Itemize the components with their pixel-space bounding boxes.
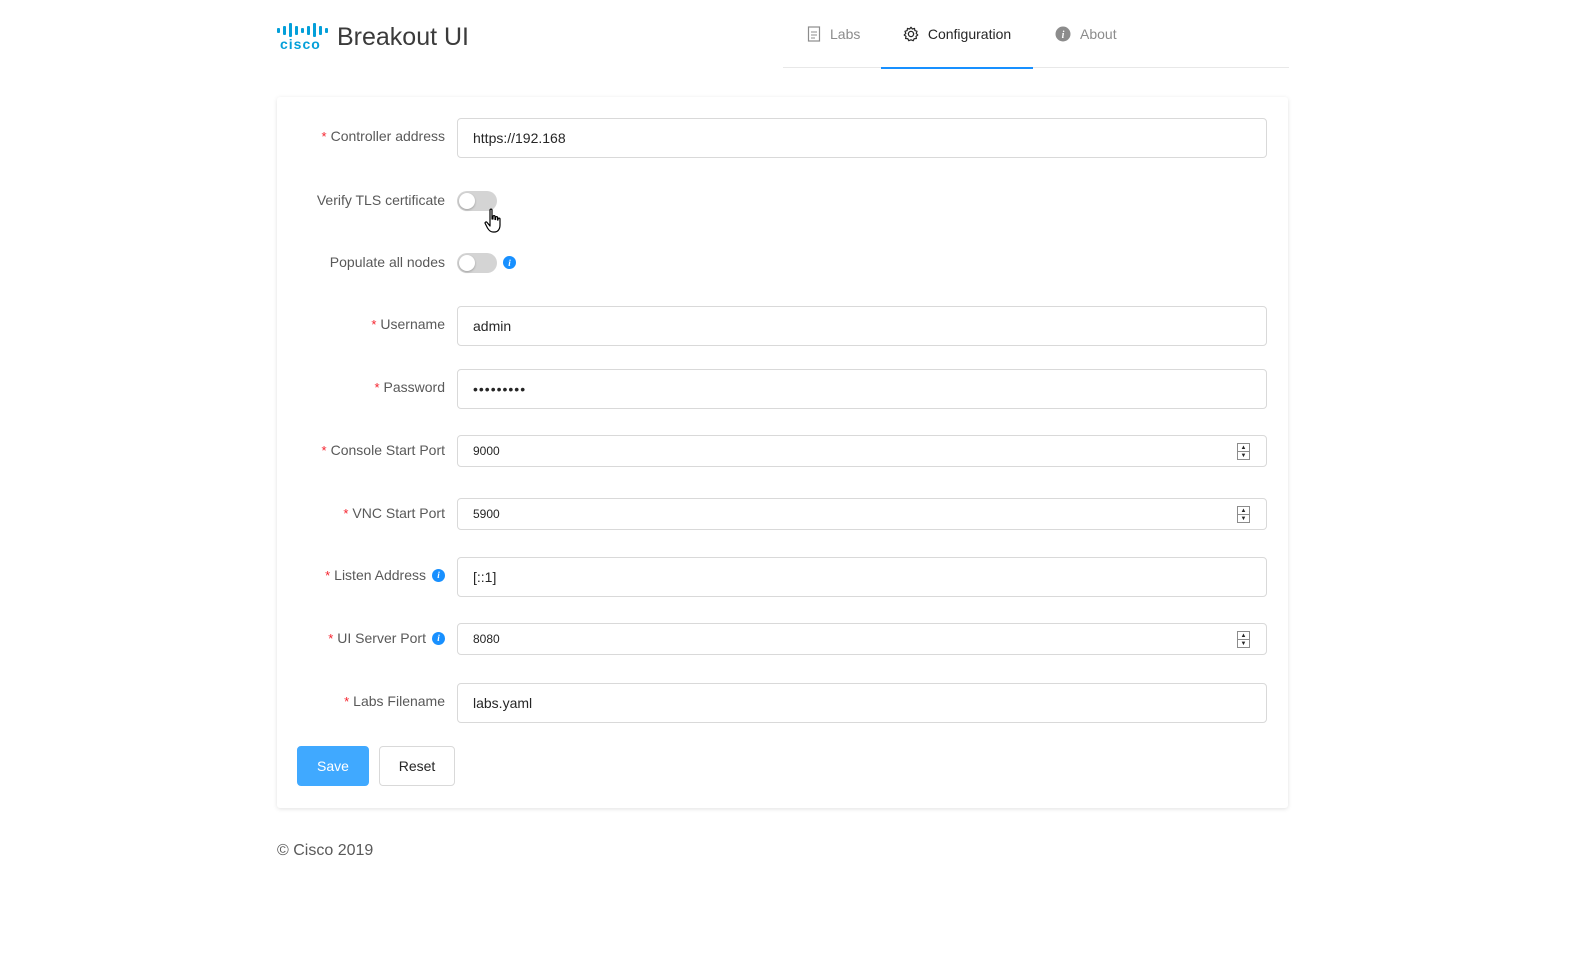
console-start-port-input[interactable]: 9000 ▲ ▼ — [457, 435, 1267, 467]
populate-nodes-info-icon[interactable]: i — [503, 256, 516, 269]
listen-address-label: * Listen Address i — [325, 567, 445, 583]
ui-server-port-input[interactable]: 8080 ▲ ▼ — [457, 623, 1267, 655]
footer-copyright: © Cisco 2019 — [277, 842, 374, 859]
form-row-ui-server-port: * UI Server Port i 8080 ▲ ▼ — [277, 623, 1288, 655]
number-stepper[interactable]: ▲ ▼ — [1237, 506, 1250, 523]
cisco-logo-icon: cisco — [277, 22, 328, 52]
vnc-start-port-label: * VNC Start Port — [343, 505, 445, 521]
ui-server-port-label: * UI Server Port i — [328, 630, 445, 646]
svg-text:i: i — [1062, 30, 1065, 41]
nav-tabs: Labs Configuration i About — [783, 0, 1289, 69]
controller-address-label: * Controller address — [321, 128, 445, 144]
ui-server-port-info-icon[interactable]: i — [432, 631, 445, 645]
password-input[interactable]: ••••••••• — [457, 369, 1267, 409]
required-mark: * — [344, 693, 350, 709]
labs-filename-input[interactable]: labs.yaml — [457, 683, 1267, 723]
tab-labs[interactable]: Labs — [799, 0, 868, 68]
required-mark: * — [343, 505, 349, 521]
verify-tls-label: Verify TLS certificate — [316, 192, 445, 208]
required-mark: * — [321, 442, 327, 458]
step-down-icon[interactable]: ▼ — [1238, 451, 1249, 459]
gear-icon — [903, 26, 919, 42]
listen-address-input[interactable]: [::1] — [457, 557, 1267, 597]
username-input[interactable]: admin — [457, 306, 1267, 346]
step-up-icon[interactable]: ▲ — [1238, 507, 1249, 514]
app-title: Breakout UI — [337, 22, 470, 51]
console-start-port-value: 9000 — [473, 444, 500, 458]
info-icon: i — [1055, 26, 1071, 42]
tab-about-label: About — [1080, 26, 1117, 42]
tab-labs-label: Labs — [830, 26, 861, 42]
username-label: * Username — [371, 316, 445, 332]
header: cisco Breakout UI Labs Configuration i A… — [277, 0, 1289, 69]
number-stepper[interactable]: ▲ ▼ — [1237, 443, 1250, 460]
reset-button[interactable]: Reset — [379, 746, 455, 786]
populate-nodes-label: Populate all nodes — [329, 254, 445, 270]
form-row-console-start-port: * Console Start Port 9000 ▲ ▼ — [277, 435, 1288, 467]
form-row-vnc-start-port: * VNC Start Port 5900 ▲ ▼ — [277, 498, 1288, 530]
number-stepper[interactable]: ▲ ▼ — [1237, 631, 1250, 648]
required-mark: * — [325, 567, 331, 583]
step-up-icon[interactable]: ▲ — [1238, 444, 1249, 451]
step-down-icon[interactable]: ▼ — [1238, 639, 1249, 647]
console-start-port-label: * Console Start Port — [321, 442, 445, 458]
form-row-listen-address: * Listen Address i [::1] — [277, 557, 1288, 597]
populate-nodes-toggle[interactable] — [457, 253, 497, 273]
ui-server-port-value: 8080 — [473, 632, 500, 646]
toggle-knob — [459, 193, 475, 209]
tab-configuration-label: Configuration — [927, 26, 1012, 42]
vnc-start-port-value: 5900 — [473, 507, 500, 521]
logo-wordmark: cisco — [280, 36, 321, 52]
hand-cursor-icon — [484, 208, 504, 239]
form-row-controller-address: * Controller address https://192.168 — [277, 118, 1288, 158]
step-down-icon[interactable]: ▼ — [1238, 514, 1249, 522]
toggle-knob — [459, 255, 475, 271]
tab-about[interactable]: i About — [1055, 0, 1117, 68]
required-mark: * — [328, 630, 334, 646]
step-up-icon[interactable]: ▲ — [1238, 632, 1249, 639]
form-row-populate-nodes: Populate all nodes i — [277, 252, 1288, 274]
labs-filename-label: * Labs Filename — [344, 693, 445, 709]
form-row-password: * Password ••••••••• — [277, 369, 1288, 409]
controller-address-input[interactable]: https://192.168 — [457, 118, 1267, 158]
form-row-username: * Username admin — [277, 306, 1288, 346]
listen-address-info-icon[interactable]: i — [432, 568, 445, 582]
required-mark: * — [321, 128, 327, 144]
required-mark: * — [374, 379, 380, 395]
tab-configuration[interactable]: Configuration — [881, 0, 1033, 69]
document-icon — [807, 26, 821, 42]
logo[interactable]: cisco Breakout UI — [277, 22, 469, 52]
form-row-labs-filename: * Labs Filename labs.yaml — [277, 683, 1288, 723]
save-button[interactable]: Save — [297, 746, 369, 786]
configuration-form: * Controller address https://192.168 Veri… — [277, 97, 1288, 808]
required-mark: * — [371, 316, 377, 332]
password-label: * Password — [374, 379, 445, 395]
form-row-verify-tls: Verify TLS certificate — [277, 190, 1288, 212]
vnc-start-port-input[interactable]: 5900 ▲ ▼ — [457, 498, 1267, 530]
